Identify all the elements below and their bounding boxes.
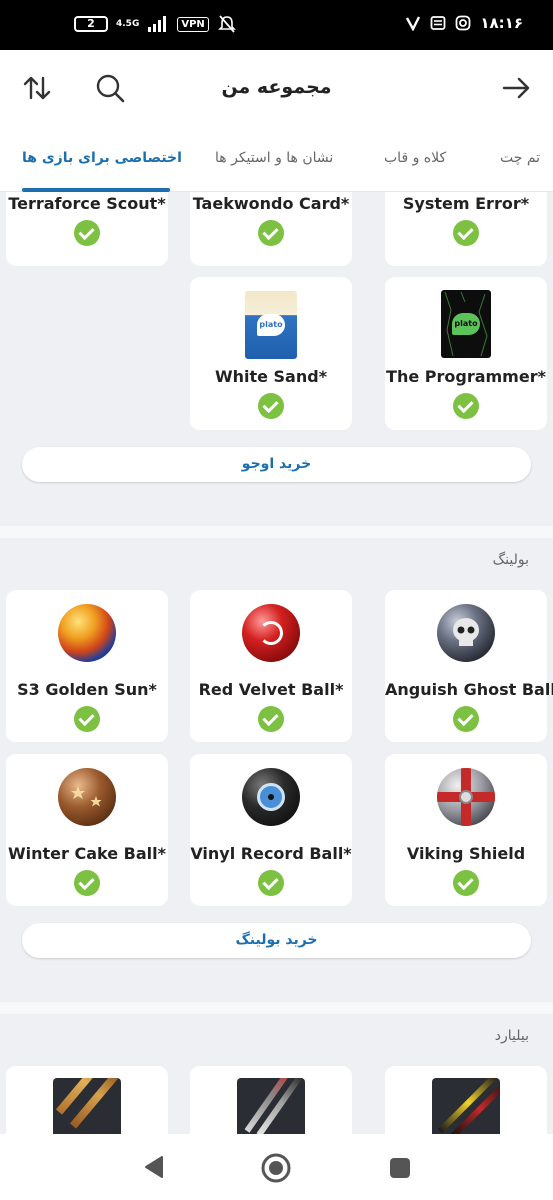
tab-chat-theme[interactable]: تم چت [500,150,540,166]
notifications-off-icon [217,15,236,33]
item-name: Viking Shield [406,844,526,863]
record-label-icon [257,783,285,811]
vpn-key-icon [406,16,421,31]
ball-thumbnail [242,604,300,662]
tab-bar: اختصاصی برای بازی ها نشان ها و استیکر ها… [0,126,553,192]
item-card[interactable]: Winter Cake Ball* [6,754,168,906]
network-type: 4.5G [116,18,140,29]
check-icon [453,706,479,732]
check-icon [74,706,100,732]
check-icon [74,220,100,246]
recents-square-icon[interactable] [389,1157,411,1179]
bowling-section: بولینگ S3 Golden Sun* Red Velvet Ball* A… [0,538,553,1002]
item-card[interactable]: S3 Golden Sun* [6,590,168,742]
item-name: Taekwondo Card* [192,194,350,213]
app-bar: مجموعه من [0,50,553,126]
item-card[interactable]: Vinyl Record Ball* [190,754,352,906]
section-title: بولینگ [492,552,529,568]
cue-thumbnail [237,1078,305,1134]
check-icon [258,706,284,732]
skull-icon [453,618,479,646]
tab-hats-frames[interactable]: کلاه و قاب [384,150,446,166]
ball-thumbnail [58,604,116,662]
section-title: بیلیارد [494,1028,529,1044]
check-icon [74,870,100,896]
stars-icon [71,786,102,807]
billiard-section: بیلیارد [0,1014,553,1134]
tab-game-exclusive[interactable]: اختصاصی برای بازی ها [22,150,182,166]
item-card[interactable]: System Error* [385,192,547,266]
ojo-section: Terraforce Scout* Taekwondo Card* System… [0,192,553,526]
check-icon [453,220,479,246]
item-thumbnail: plato [441,290,491,358]
item-name: System Error* [402,194,530,213]
tab-badges-stickers[interactable]: نشان ها و استیکر ها [215,150,333,166]
buy-ojo-button[interactable]: خرید اوجو [22,447,531,482]
section-divider [0,526,553,538]
arrow-right-icon[interactable] [500,72,532,104]
item-name: Vinyl Record Ball* [190,844,352,863]
clock: ۱۸:۱۶ [480,14,523,32]
check-icon [258,220,284,246]
status-bar: 2 4.5G VPN ۱۸:۱۶ [0,0,553,50]
cue-thumbnail [432,1078,500,1134]
item-card[interactable]: plato White Sand* [190,277,352,430]
ball-thumbnail [58,768,116,826]
battery-indicator: 2 [74,16,108,32]
item-name: The Programmer* [386,367,546,386]
item-card[interactable]: Terraforce Scout* [6,192,168,266]
message-icon [430,16,446,30]
ball-thumbnail [437,604,495,662]
item-name: Terraforce Scout* [8,194,166,213]
plato-logo: plato [257,314,285,336]
item-card[interactable]: Red Velvet Ball* [190,590,352,742]
page-title: مجموعه من [221,76,332,98]
back-triangle-icon[interactable] [143,1155,165,1179]
item-name: S3 Golden Sun* [17,680,157,699]
check-icon [453,393,479,419]
section-divider [0,1002,553,1014]
home-circle-icon[interactable] [261,1153,291,1183]
item-name: Red Velvet Ball* [198,680,344,699]
check-icon [258,393,284,419]
item-card[interactable] [385,1066,547,1134]
item-card[interactable]: plato The Programmer* [385,277,547,430]
shield-boss [459,790,473,804]
plato-logo: plato [452,313,480,335]
item-card[interactable]: Viking Shield [385,754,547,906]
buy-bowling-button[interactable]: خرید بولینگ [22,923,531,958]
swirl-icon [259,621,283,645]
signal-icon [148,16,167,32]
cue-thumbnail [53,1078,121,1134]
item-card[interactable]: Anguish Ghost Ball [385,590,553,742]
system-nav-bar [0,1134,553,1200]
item-thumbnail: plato [245,291,297,359]
check-icon [453,870,479,896]
item-card[interactable] [190,1066,352,1134]
instagram-icon [455,15,471,31]
ball-thumbnail [242,768,300,826]
vpn-badge: VPN [177,16,209,32]
item-name: White Sand* [214,367,328,386]
item-name: Winter Cake Ball* [8,844,166,863]
collection-content: Terraforce Scout* Taekwondo Card* System… [0,192,553,1134]
check-icon [258,870,284,896]
item-card[interactable]: Taekwondo Card* [190,192,352,266]
item-name: Anguish Ghost Ball [385,680,553,699]
cue-stick [449,1078,500,1134]
item-card[interactable] [6,1066,168,1134]
ball-thumbnail [437,768,495,826]
